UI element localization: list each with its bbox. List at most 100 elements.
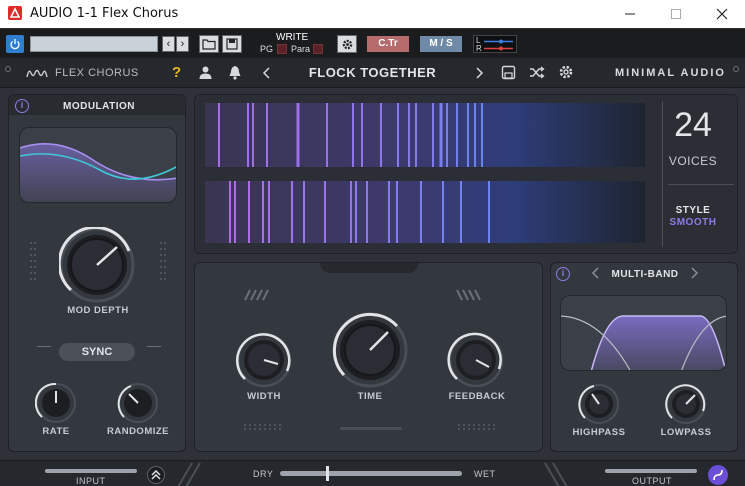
app-logo-icon: [8, 6, 22, 20]
user-icon[interactable]: [198, 65, 213, 80]
shuffle-icon[interactable]: [529, 65, 545, 80]
help-icon[interactable]: ?: [172, 64, 181, 81]
screw-icon: [5, 66, 11, 72]
prev-preset-chevron-icon[interactable]: [262, 67, 272, 79]
rate-label: RATE: [42, 426, 70, 437]
open-preset-button[interactable]: [199, 35, 219, 53]
prev-preset-button[interactable]: ‹: [162, 36, 175, 52]
footer-divider-right: [544, 462, 567, 486]
input-label: INPUT: [76, 476, 106, 486]
filter-mode-label[interactable]: MULTI-BAND: [605, 269, 685, 280]
bypass-power-button[interactable]: [6, 35, 24, 53]
close-button[interactable]: [699, 0, 745, 28]
para-toggle[interactable]: [313, 44, 323, 54]
flex-mode-button[interactable]: [708, 465, 728, 485]
maximize-icon: [671, 9, 681, 19]
filter-panel: i MULTI-BAND HIGHPASS LOWPASS: [550, 262, 738, 452]
expand-button[interactable]: [147, 466, 165, 484]
style-label: STYLE: [675, 205, 711, 216]
time-grip-bar: [340, 427, 402, 430]
bell-icon[interactable]: [228, 65, 242, 80]
modulation-panel: i MODULATION MOD DEPTH SYNC RATE RANDOMI…: [8, 94, 186, 452]
close-icon: [716, 8, 728, 20]
voices-visualizer[interactable]: [205, 101, 655, 247]
next-preset-chevron-icon[interactable]: [474, 67, 484, 79]
highpass-label: HIGHPASS: [572, 427, 626, 438]
chevron-right-icon: ›: [180, 38, 185, 50]
panel-notch: [320, 263, 418, 273]
depth-dots-left: [30, 242, 36, 280]
width-grip-dots: [244, 424, 281, 430]
style-value[interactable]: SMOOTH: [668, 217, 718, 228]
highpass-knob[interactable]: [578, 383, 620, 425]
gear-icon: [342, 39, 352, 50]
footer-bar: INPUT DRY WET OUTPUT: [0, 460, 745, 486]
host-preset-field[interactable]: [30, 36, 158, 52]
width-knob[interactable]: [235, 331, 293, 389]
write-label: WRITE: [276, 32, 309, 43]
lowpass-knob[interactable]: [665, 383, 707, 425]
voices-display-panel: [194, 94, 738, 254]
filter-prev-chevron-icon[interactable]: [591, 267, 601, 279]
save-icon[interactable]: [501, 65, 516, 80]
mod-depth-knob[interactable]: [59, 227, 135, 303]
sync-divider-right: [147, 346, 161, 347]
lfo-waveform: [20, 142, 176, 202]
settings-gear-icon[interactable]: [558, 64, 574, 80]
sync-divider-left: [37, 346, 51, 347]
lowpass-label: LOWPASS: [660, 427, 712, 438]
modulation-title: MODULATION: [62, 101, 136, 112]
preset-name[interactable]: FLOCK TOGETHER: [300, 65, 445, 80]
feedback-label: FEEDBACK: [448, 391, 506, 402]
folder-icon: [202, 39, 216, 50]
time-knob[interactable]: [331, 311, 409, 389]
mid-side-button[interactable]: M / S: [420, 36, 462, 52]
output-slider[interactable]: [605, 469, 697, 473]
voices-label: VOICES: [668, 154, 718, 168]
dry-label: DRY: [253, 469, 274, 479]
host-toolbar: ‹ › WRITE PG Para C.Tr M / S L R: [0, 28, 745, 58]
channel-meter[interactable]: L R: [473, 35, 517, 53]
chevron-double-up-icon: [151, 469, 161, 480]
filter-info-icon[interactable]: i: [556, 267, 570, 281]
randomize-knob[interactable]: [117, 382, 159, 424]
para-label: Para: [291, 44, 311, 54]
brand-logo: MINIMAL AUDIO: [615, 67, 726, 79]
modulation-info-icon[interactable]: i: [15, 99, 29, 113]
input-slider[interactable]: [45, 469, 137, 473]
host-settings-button[interactable]: [337, 35, 357, 53]
style-divider: [668, 184, 734, 185]
filter-display[interactable]: [560, 295, 727, 371]
filter-next-chevron-icon[interactable]: [689, 267, 699, 279]
r-channel-label: R: [476, 44, 482, 53]
maximize-button[interactable]: [653, 0, 699, 28]
output-label: OUTPUT: [632, 476, 672, 486]
window-title: AUDIO 1-1 Flex Chorus: [30, 6, 179, 21]
pg-label: PG: [260, 44, 274, 54]
dry-wet-slider-handle[interactable]: [326, 466, 329, 481]
rate-knob[interactable]: [35, 382, 77, 424]
time-label: TIME: [357, 391, 383, 402]
pg-toggle[interactable]: [277, 44, 287, 54]
width-stripes-icon: [244, 289, 269, 301]
voices-count[interactable]: 24: [668, 106, 718, 145]
title-bar: AUDIO 1-1 Flex Chorus: [0, 0, 745, 28]
flex-chorus-logo-icon: [26, 69, 48, 78]
sync-button[interactable]: SYNC: [59, 343, 135, 361]
feedback-knob[interactable]: [447, 331, 505, 389]
minimize-icon: [625, 13, 635, 15]
save-icon: [226, 38, 238, 50]
minimize-button[interactable]: [607, 0, 653, 28]
next-preset-button[interactable]: ›: [176, 36, 189, 52]
chevron-left-icon: ‹: [166, 38, 171, 50]
delay-panel: WIDTH TIME FEEDBACK: [194, 262, 543, 452]
compare-button[interactable]: C.Tr: [367, 36, 409, 52]
dry-wet-slider[interactable]: [280, 471, 462, 476]
feedback-grip-dots: [458, 424, 495, 430]
plugin-name: FLEX CHORUS: [55, 67, 139, 79]
depth-dots-right: [160, 242, 166, 280]
mod-depth-label: MOD DEPTH: [67, 305, 129, 316]
voices-divider: [662, 101, 663, 247]
lfo-display[interactable]: [19, 127, 177, 203]
save-preset-button[interactable]: [222, 35, 242, 53]
